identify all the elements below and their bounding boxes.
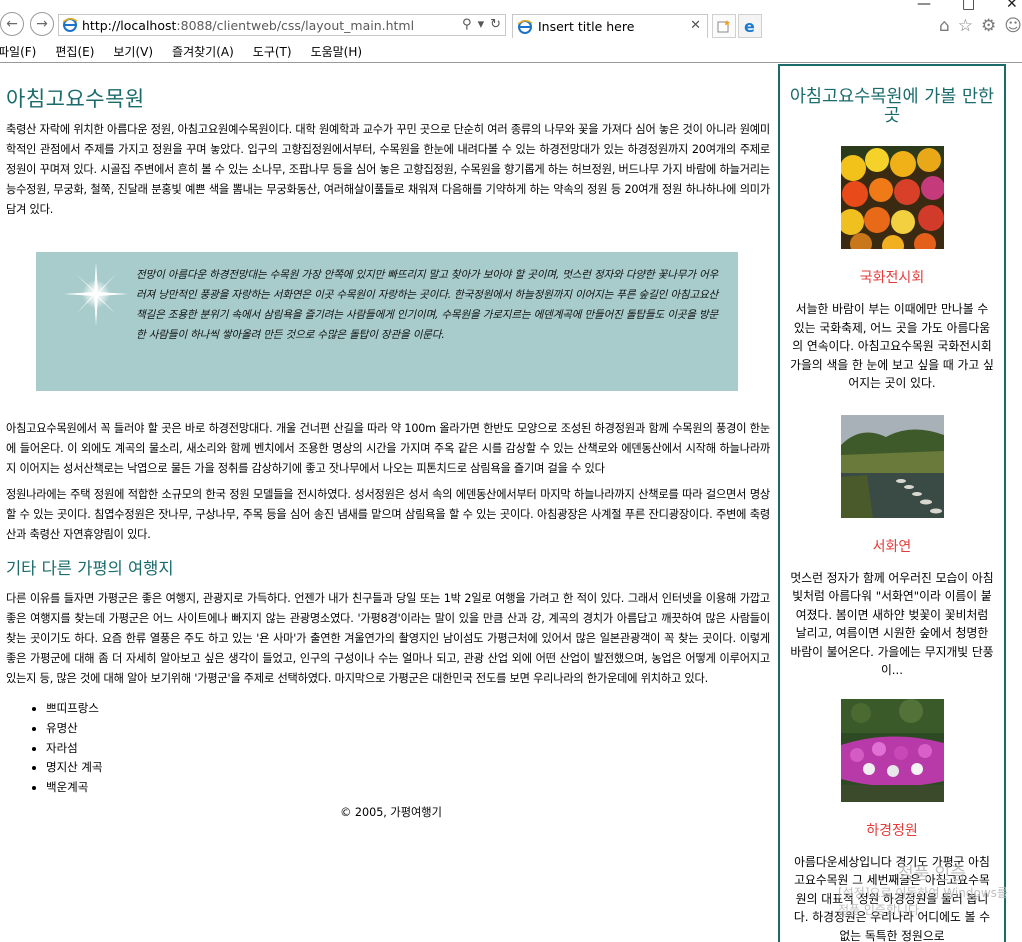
svg-text:e: e bbox=[744, 17, 755, 35]
forward-button[interactable]: → bbox=[30, 12, 54, 36]
menu-tools[interactable]: 도구(T) bbox=[253, 43, 301, 60]
sidebar-item-title[interactable]: 국화전시회 bbox=[780, 267, 1004, 287]
sidebar-item-title[interactable]: 하경정원 bbox=[780, 820, 1004, 840]
flowerbed-photo bbox=[840, 698, 944, 802]
search-icon[interactable]: ⚲ bbox=[462, 17, 472, 32]
home-icon[interactable]: ⌂ bbox=[939, 16, 950, 36]
ie-logo-button[interactable]: e bbox=[738, 14, 762, 38]
sidebar-title: 아침고요수목원에 가볼 만한 곳 bbox=[789, 87, 995, 126]
star-icon[interactable]: ☆ bbox=[958, 16, 973, 36]
sidebar-item: 서화연 멋스런 정자가 함께 어우러진 모습이 아침빛처럼 아름다워 "서화연"… bbox=[780, 414, 1004, 680]
minimize-icon[interactable]: — bbox=[917, 0, 931, 12]
address-bar[interactable]: http://localhost:8088/clientweb/css/layo… bbox=[58, 14, 506, 36]
paragraph-2: 아침고요수목원에서 꼭 들러야 할 곳은 바로 하경전망대다. 개울 건너편 산… bbox=[6, 422, 770, 475]
url-path: :8088/clientweb/css/layout_main.html bbox=[176, 17, 415, 33]
window-close-icon[interactable]: ✕ bbox=[1006, 0, 1018, 12]
back-button[interactable]: ← bbox=[0, 12, 24, 36]
watermark-title: 정품 인증 bbox=[898, 864, 966, 884]
smiley-icon[interactable]: ☺ bbox=[1004, 16, 1022, 36]
menu-view[interactable]: 보기(V) bbox=[113, 43, 162, 60]
menu-file[interactable]: 파일(F) bbox=[0, 43, 45, 60]
menu-favorites[interactable]: 즐겨찾기(A) bbox=[172, 43, 243, 60]
url-host: http://localhost bbox=[82, 17, 177, 33]
chrysanthemum-photo bbox=[840, 146, 944, 249]
list-item: 명지산 계곡 bbox=[46, 758, 770, 778]
browser-tab[interactable]: Insert title here ✕ bbox=[512, 14, 708, 38]
activation-watermark: 정품 인증 [설정]으로 이동하여 Windows를 정품 인증합니다. bbox=[838, 859, 1022, 918]
intro-paragraph: 축령산 자락에 위치한 아름다운 정원, 아침고요원예수목원이다. 대학 원예학… bbox=[6, 123, 770, 216]
list-item: 백운계곡 bbox=[46, 778, 770, 798]
ie-page-icon bbox=[62, 18, 78, 32]
close-icon[interactable]: ✕ bbox=[690, 18, 701, 33]
quote-text: 전망이 아름다운 하경전망대는 수목원 가장 안쪽에 있지만 빠뜨리지 말고 찾… bbox=[136, 269, 719, 341]
page-content: 아침고요수목원 축령산 자락에 위치한 아름다운 정원, 아침고요원예수목원이다… bbox=[0, 63, 1022, 942]
pond-photo bbox=[840, 414, 944, 518]
menu-edit[interactable]: 편집(E) bbox=[55, 43, 103, 60]
back-arrow-icon: ← bbox=[6, 16, 18, 32]
menu-help[interactable]: 도움말(H) bbox=[311, 43, 372, 60]
refresh-icon[interactable]: ↻ bbox=[490, 17, 501, 32]
sidebar-item: 국화전시회 서늘한 바람이 부는 이때에만 만나볼 수 있는 국화축제, 어느 … bbox=[780, 146, 1004, 393]
list-item: 자라섬 bbox=[46, 739, 770, 759]
footer-copyright: © 2005, 가평여행기 bbox=[340, 805, 442, 819]
new-tab-icon bbox=[717, 20, 730, 33]
sidebar-item-desc: 서늘한 바람이 부는 이때에만 만나볼 수 있는 국화축제, 어느 곳을 가도 … bbox=[790, 302, 994, 390]
ie-logo-icon: e bbox=[744, 17, 755, 35]
main-column: 아침고요수목원 축령산 자락에 위치한 아름다운 정원, 아침고요원예수목원이다… bbox=[6, 63, 770, 820]
section-title: 기타 다른 가평의 여행지 bbox=[6, 559, 174, 578]
ie-tab-icon bbox=[517, 19, 533, 34]
new-tab-button[interactable] bbox=[712, 14, 736, 38]
browser-chrome: ← → http://localhost:8088/clientweb/css/… bbox=[0, 0, 1022, 63]
sidebar-item-title[interactable]: 서화연 bbox=[780, 536, 1004, 556]
paragraph-4: 다른 이유를 들자면 가평군은 좋은 여행지, 관광지로 가득하다. 언젠가 내… bbox=[6, 592, 770, 685]
dropdown-arrow-icon[interactable]: ▾ bbox=[478, 17, 485, 32]
list-item: 쁘띠프랑스 bbox=[46, 699, 770, 719]
maximize-icon[interactable]: □ bbox=[962, 0, 975, 12]
watermark-text: [설정]으로 이동하여 Windows를 정품 인증합니다. bbox=[838, 886, 1008, 917]
forward-arrow-icon: → bbox=[36, 16, 48, 32]
menu-bar: 파일(F) 편집(E) 보기(V) 즐겨찾기(A) 도구(T) 도움말(H) bbox=[0, 41, 1022, 63]
sidebar: 아침고요수목원에 가볼 만한 곳 국화전시회 서늘한 바람이 부는 이때에만 만… bbox=[778, 64, 1006, 942]
sparkle-icon bbox=[64, 262, 128, 326]
quote-box: 전망이 아름다운 하경전망대는 수목원 가장 안쪽에 있지만 빠뜨리지 말고 찾… bbox=[36, 252, 738, 391]
page-title: 아침고요수목원 bbox=[6, 87, 145, 111]
paragraph-3: 정원나라에는 주택 정원에 적합한 소규모의 한국 정원 모델들을 전시하였다.… bbox=[6, 488, 770, 541]
sidebar-item-desc: 멋스런 정자가 함께 어우러진 모습이 아침빛처럼 아름다워 "서화연"이라 이… bbox=[790, 570, 994, 678]
gear-icon[interactable]: ⚙ bbox=[981, 16, 996, 36]
destination-list: 쁘띠프랑스 유명산 자라섬 명지산 계곡 백운계곡 bbox=[46, 699, 770, 798]
list-item: 유명산 bbox=[46, 719, 770, 739]
tab-title: Insert title here bbox=[538, 19, 635, 34]
